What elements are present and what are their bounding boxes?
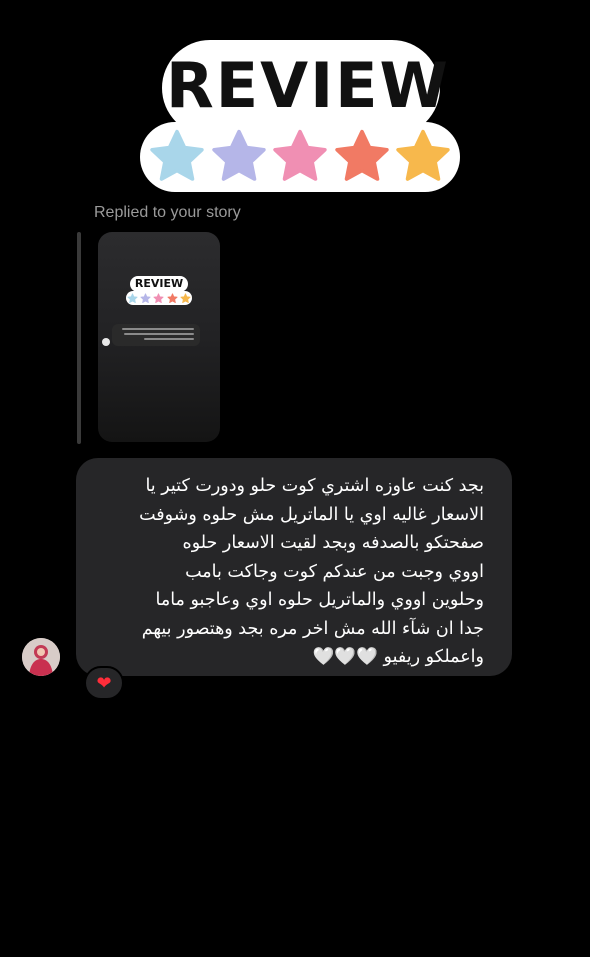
star-icon	[127, 292, 138, 303]
star-icon	[167, 292, 178, 303]
star-icon	[150, 129, 204, 181]
star-icon	[180, 292, 191, 303]
story-thumbnail[interactable]: REVIEW	[98, 232, 220, 442]
thumbnail-star-rating	[126, 291, 192, 305]
replied-to-story-label: Replied to your story	[94, 204, 241, 221]
star-icon	[396, 129, 450, 181]
thumbnail-avatar	[102, 338, 110, 346]
avatar-person-icon	[22, 638, 60, 676]
reply-quote-bar	[77, 232, 81, 444]
message-text: بجد كنت عاوزه اشتري كوت حلو ودورت كتير ي…	[139, 476, 484, 667]
heart-reaction[interactable]: ❤	[84, 666, 124, 700]
thumbnail-message-preview	[112, 324, 200, 346]
heart-icon: ❤	[96, 673, 112, 693]
sticker-title-plate: REVIEW	[166, 44, 450, 132]
thumbnail-sticker-title: REVIEW	[130, 276, 188, 292]
star-icon	[273, 129, 327, 181]
sticker-title: REVIEW	[166, 49, 450, 122]
sticker-star-rating	[148, 122, 452, 192]
thumbnail-text-line	[144, 338, 194, 340]
review-sticker: REVIEW	[140, 38, 460, 198]
message-bubble[interactable]: بجد كنت عاوزه اشتري كوت حلو ودورت كتير ي…	[76, 458, 512, 676]
thumbnail-review-sticker: REVIEW	[126, 276, 192, 306]
thumbnail-text-line	[122, 328, 194, 330]
avatar[interactable]	[22, 638, 60, 676]
thumbnail-text-line	[124, 333, 194, 335]
star-icon	[211, 129, 266, 181]
star-icon	[334, 129, 389, 181]
star-icon	[140, 292, 151, 303]
star-icon	[153, 292, 165, 303]
